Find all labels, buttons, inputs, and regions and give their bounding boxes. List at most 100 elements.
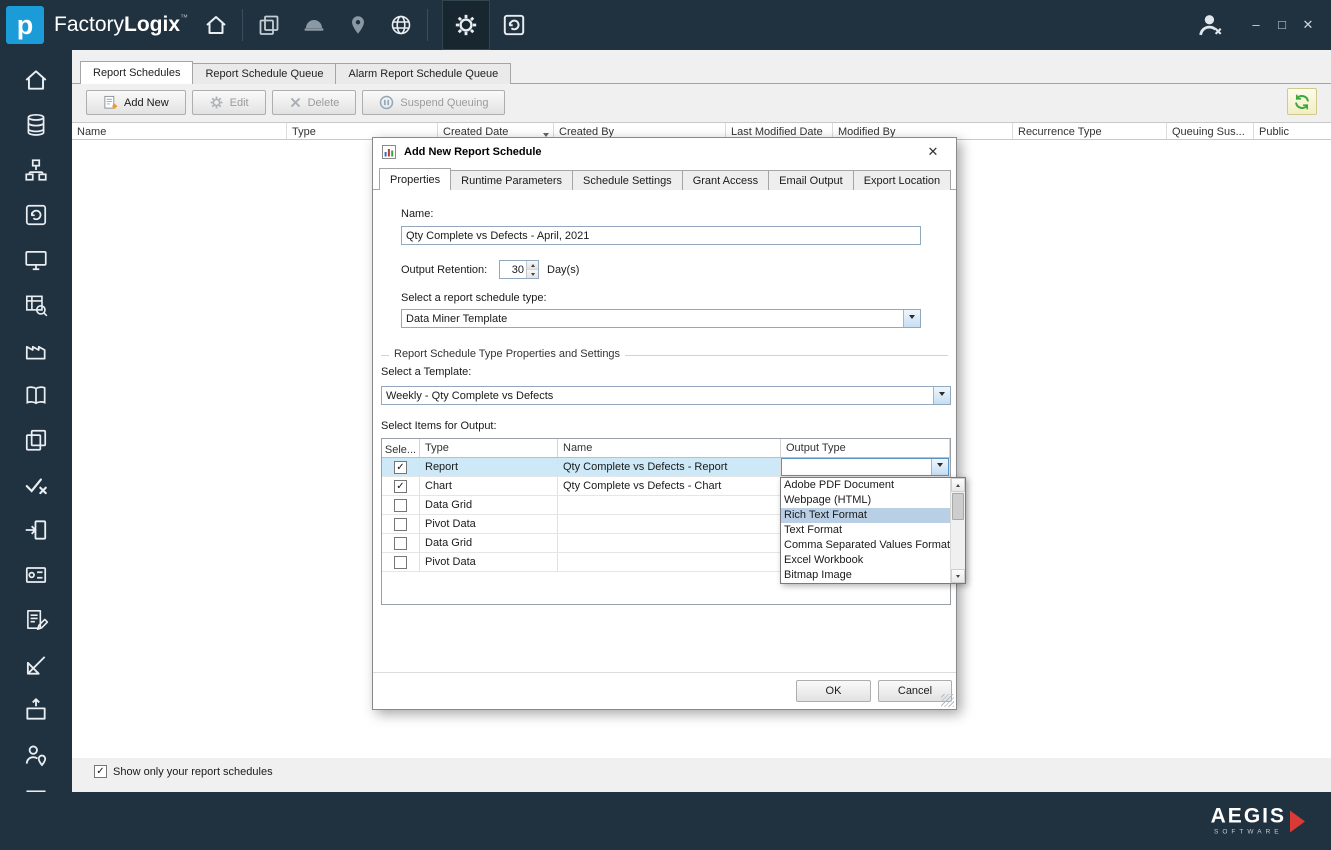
dropdown-option[interactable]: Text Format <box>781 523 950 538</box>
trademark: ™ <box>180 13 188 22</box>
sidebar-item-verify[interactable] <box>19 471 53 499</box>
schedule-name-input[interactable] <box>401 226 921 245</box>
dropdown-option[interactable]: Webpage (HTML) <box>781 493 950 508</box>
combo-dropdown-button[interactable] <box>903 310 920 327</box>
sidebar-item-transfer[interactable] <box>19 516 53 544</box>
row-type: Report <box>420 458 558 476</box>
sidebar-item-station[interactable] <box>19 246 53 274</box>
app-logo-letter: p <box>17 12 34 39</box>
column-header-output-type[interactable]: Output Type <box>781 439 950 457</box>
dropdown-option-highlighted[interactable]: Rich Text Format <box>781 508 950 523</box>
schedule-type-combobox[interactable]: Data Miner Template <box>401 309 921 328</box>
web-nav-button[interactable] <box>389 13 413 37</box>
sidebar-item-data[interactable] <box>19 111 53 139</box>
sidebar-item-history[interactable] <box>19 201 53 229</box>
column-header-queuing-suspended[interactable]: Queuing Sus... <box>1167 123 1254 139</box>
column-header-public[interactable]: Public <box>1254 123 1331 139</box>
resize-grip[interactable] <box>941 694 954 707</box>
tab-grant-access[interactable]: Grant Access <box>682 170 769 190</box>
sidebar-item-copy[interactable] <box>19 426 53 454</box>
delete-button[interactable]: Delete <box>272 90 357 115</box>
dropdown-scrollbar[interactable] <box>950 478 965 583</box>
tab-report-schedules[interactable]: Report Schedules <box>80 61 193 84</box>
sidebar-item-panel[interactable] <box>19 561 53 589</box>
tracking-nav-button[interactable] <box>347 13 369 37</box>
template-combobox[interactable]: Weekly - Qty Complete vs Defects <box>381 386 951 405</box>
tab-schedule-settings[interactable]: Schedule Settings <box>572 170 683 190</box>
output-retention-stepper[interactable]: 30 <box>499 260 539 279</box>
stepper-up-button[interactable] <box>527 261 538 270</box>
stepper-down-button[interactable] <box>527 270 538 278</box>
dropdown-option[interactable]: Comma Separated Values Format <box>781 538 950 553</box>
row-checkbox[interactable]: ✓ <box>394 480 407 493</box>
delete-x-icon <box>289 96 302 109</box>
user-logout-button[interactable] <box>1195 11 1225 39</box>
show-only-mine-checkbox[interactable]: ✓ <box>94 765 107 778</box>
combo-dropdown-button[interactable] <box>933 387 950 404</box>
column-header-name[interactable]: Name <box>72 123 287 139</box>
schedule-type-value: Data Miner Template <box>402 310 903 327</box>
documents-nav-button[interactable] <box>257 13 281 37</box>
column-header-selected[interactable]: Sele... <box>382 439 420 457</box>
home-nav-button[interactable] <box>204 13 228 37</box>
grid-search-icon <box>23 292 49 318</box>
dropdown-option[interactable]: Excel Workbook <box>781 553 950 568</box>
refresh-button[interactable] <box>1287 88 1317 115</box>
row-type: Data Grid <box>420 534 558 552</box>
group-box-title: Report Schedule Type Properties and Sett… <box>389 348 625 360</box>
tab-report-schedule-queue[interactable]: Report Schedule Queue <box>192 63 336 84</box>
globe-icon <box>389 13 413 37</box>
sidebar-item-documentation[interactable] <box>19 381 53 409</box>
row-checkbox[interactable] <box>394 499 407 512</box>
user-logout-icon <box>1195 11 1225 39</box>
production-nav-button[interactable] <box>301 13 327 37</box>
add-new-button[interactable]: Add New <box>86 90 186 115</box>
retention-unit-label: Day(s) <box>547 264 579 276</box>
book-icon <box>23 382 49 408</box>
top-nav-icons <box>257 13 413 37</box>
recovery-nav-button[interactable] <box>490 0 538 50</box>
import-arrow-icon <box>23 517 49 543</box>
column-header-recurrence-type[interactable]: Recurrence Type <box>1013 123 1167 139</box>
edit-button[interactable]: Edit <box>192 90 266 115</box>
row-checkbox[interactable] <box>394 518 407 531</box>
close-button[interactable]: ✕ <box>1295 12 1321 38</box>
tab-alarm-report-schedule-queue[interactable]: Alarm Report Schedule Queue <box>335 63 511 84</box>
down-arrow-icon <box>956 575 960 580</box>
row-type: Data Grid <box>420 496 558 514</box>
tab-runtime-parameters[interactable]: Runtime Parameters <box>450 170 573 190</box>
output-type-combobox[interactable] <box>781 458 949 476</box>
tab-email-output[interactable]: Email Output <box>768 170 854 190</box>
settings-nav-button[interactable] <box>442 0 490 50</box>
sidebar-item-home[interactable] <box>19 66 53 94</box>
row-checkbox[interactable] <box>394 537 407 550</box>
suspend-queuing-button[interactable]: Suspend Queuing <box>362 90 505 115</box>
maximize-button[interactable]: □ <box>1269 12 1295 38</box>
sidebar-item-workflow[interactable] <box>19 156 53 184</box>
column-header-name[interactable]: Name <box>558 439 781 457</box>
output-item-row[interactable]: ✓ Report Qty Complete vs Defects - Repor… <box>382 458 950 477</box>
app-window: p FactoryLogix™ <box>0 0 1331 850</box>
scroll-up-button[interactable] <box>951 478 965 492</box>
sidebar-item-design[interactable] <box>19 651 53 679</box>
ok-button[interactable]: OK <box>796 680 871 702</box>
dropdown-option[interactable]: Bitmap Image <box>781 568 950 583</box>
scrollbar-thumb[interactable] <box>952 493 964 520</box>
dialog-title-bar[interactable]: Add New Report Schedule ✕ <box>373 138 956 166</box>
row-checkbox[interactable] <box>394 556 407 569</box>
tab-export-location[interactable]: Export Location <box>853 170 951 190</box>
scroll-down-button[interactable] <box>951 569 965 583</box>
sidebar-item-factory[interactable] <box>19 336 53 364</box>
dialog-close-button[interactable]: ✕ <box>918 144 948 160</box>
sidebar-item-shipping[interactable] <box>19 696 53 724</box>
dropdown-option[interactable]: Adobe PDF Document <box>781 478 950 493</box>
tab-properties[interactable]: Properties <box>379 168 451 190</box>
sidebar-item-data-search[interactable] <box>19 291 53 319</box>
window-controls: – □ ✕ <box>1195 11 1331 39</box>
row-checkbox[interactable]: ✓ <box>394 461 407 474</box>
sidebar-item-edit-document[interactable] <box>19 606 53 634</box>
combo-dropdown-button[interactable] <box>931 459 948 475</box>
column-header-type[interactable]: Type <box>420 439 558 457</box>
minimize-button[interactable]: – <box>1243 12 1269 38</box>
sidebar-item-operator[interactable] <box>19 741 53 769</box>
